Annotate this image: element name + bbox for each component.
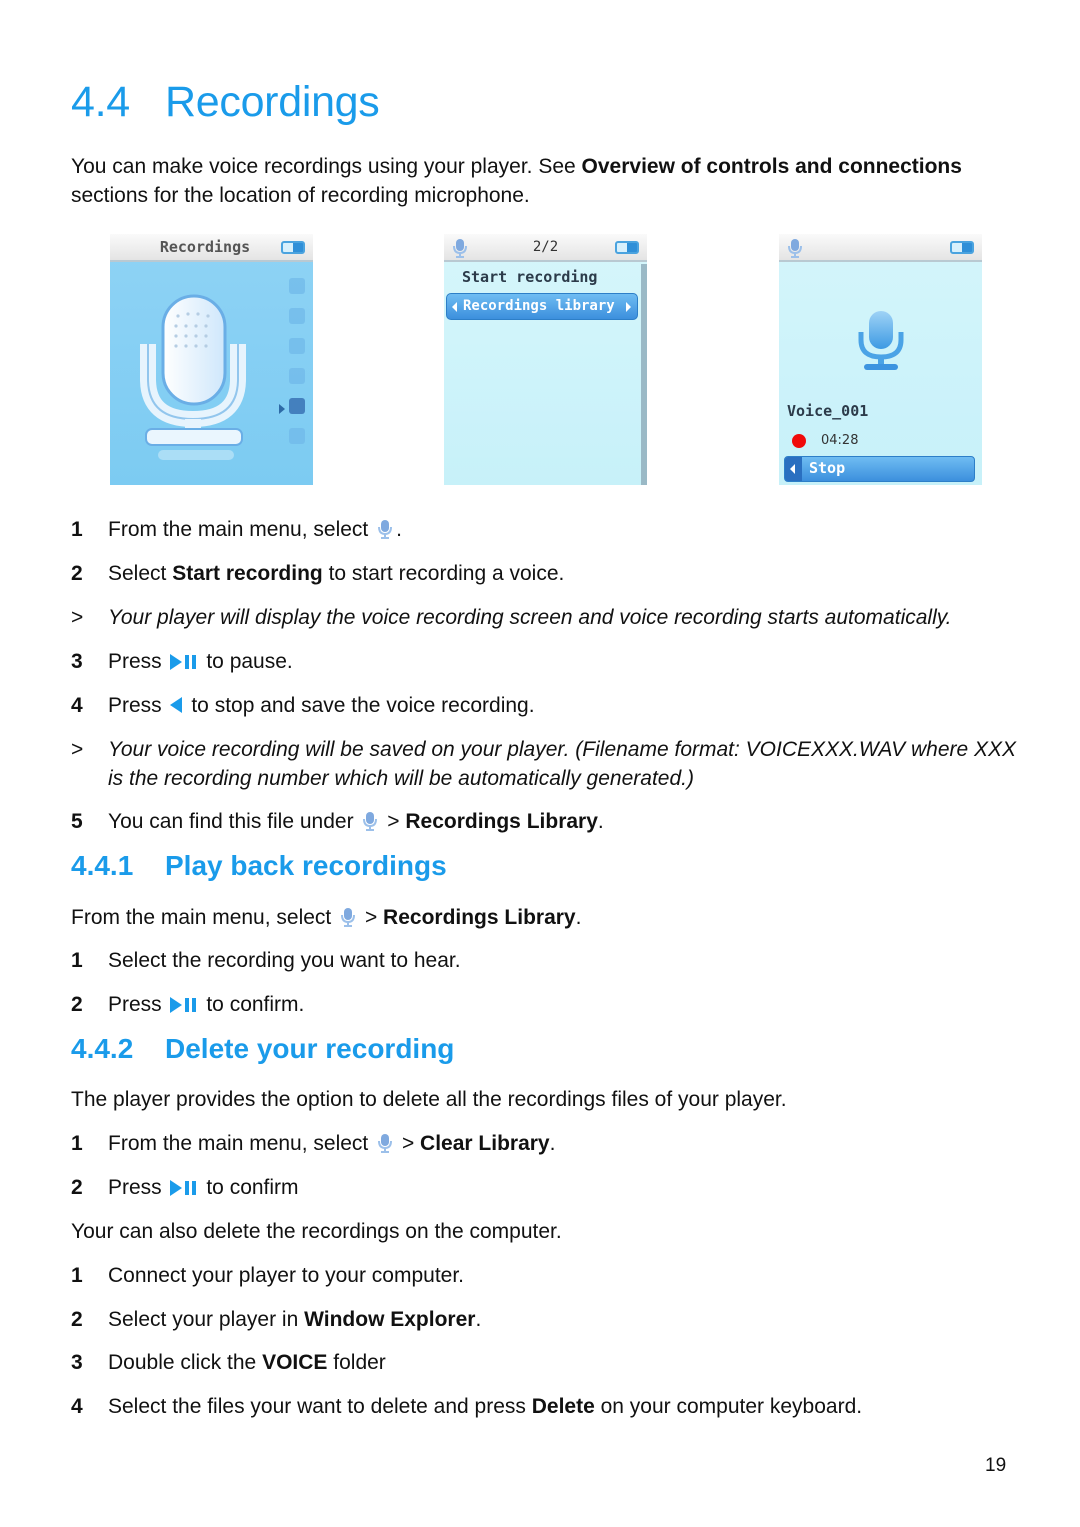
photo-icon (289, 308, 305, 324)
mic-icon (787, 237, 803, 259)
step-2: 2 Select Start recording to start record… (71, 562, 565, 585)
recording-microphone-icon (858, 311, 904, 370)
menu-item-recordings-library: Recordings library (446, 293, 638, 320)
playback-intro: From the main menu, select > Recordings … (71, 906, 582, 929)
step-result: > Your voice recording will be saved on … (71, 738, 1017, 790)
computer-step-3: 3 Double click the VOICE folder (71, 1351, 386, 1374)
mic-icon (377, 1133, 393, 1153)
playback-step-1: 1 Select the recording you want to hear. (71, 949, 461, 972)
menu-icon-strip (285, 278, 307, 458)
left-arrow-icon (452, 302, 457, 312)
back-arrow-icon (169, 697, 182, 713)
screen-header: Recordings (110, 234, 313, 262)
scrollbar (641, 264, 647, 485)
delete-step-2: 2 Press to confirm (71, 1176, 299, 1199)
screenshot-recordings-menu: 2/2 Start recording Recordings library (444, 234, 647, 485)
left-arrow-icon (785, 457, 802, 481)
play-pause-icon (170, 997, 198, 1013)
cross-reference: Overview of controls and connections (581, 155, 962, 178)
mic-icon (362, 811, 378, 831)
step-result: > Your player will display the voice rec… (71, 606, 952, 629)
subsection-heading-playback: 4.4.1 Play back recordings (71, 850, 447, 881)
recording-timer: 04:28 (821, 433, 859, 448)
stop-option: Stop (784, 456, 975, 482)
subsection-heading-delete: 4.4.2 Delete your recording (71, 1033, 455, 1064)
step-5: 5 You can find this file under > Recordi… (71, 810, 604, 833)
playback-step-2: 2 Press to confirm. (71, 993, 305, 1016)
play-pause-icon (170, 1180, 198, 1196)
screen-header: 2/2 (444, 234, 647, 262)
screenshot-recording-screen: Voice_001 04:28 Stop (779, 234, 982, 485)
music-icon (289, 278, 305, 294)
computer-delete-intro: Your can also delete the recordings on t… (71, 1220, 562, 1243)
menu-item-start-recording: Start recording (462, 268, 598, 286)
settings-icon (289, 428, 305, 444)
screen-header (779, 234, 982, 262)
step-3: 3 Press to pause. (71, 650, 293, 673)
step-4: 4 Press to stop and save the voice recor… (71, 694, 535, 717)
record-indicator-icon (792, 434, 806, 448)
mic-icon (377, 519, 393, 539)
video-icon (289, 338, 305, 354)
play-pause-icon (170, 654, 198, 670)
section-number: 4.4 (71, 78, 130, 126)
page-title: 4.4 Recordings (71, 78, 380, 127)
computer-step-4: 4 Select the files your want to delete a… (71, 1395, 863, 1418)
screenshot-main-menu: Recordings (110, 234, 313, 485)
radio-icon (289, 368, 305, 384)
recording-filename: Voice_001 (787, 402, 869, 420)
mic-icon (340, 907, 356, 927)
battery-icon (281, 241, 305, 254)
delete-step-1: 1 From the main menu, select > Clear Lib… (71, 1132, 556, 1155)
battery-icon (615, 241, 639, 254)
page-number: 19 (985, 1455, 1007, 1476)
intro-paragraph: You can make voice recordings using your… (71, 155, 962, 207)
delete-intro: The player provides the option to delete… (71, 1088, 787, 1111)
screen-title: Recordings (159, 238, 251, 256)
recordings-icon (289, 398, 305, 414)
battery-icon (950, 241, 974, 254)
computer-step-1: 1 Connect your player to your computer. (71, 1264, 465, 1287)
computer-step-2: 2 Select your player in Window Explorer. (71, 1308, 482, 1331)
section-title: Recordings (165, 78, 380, 126)
large-microphone-icon (140, 294, 246, 460)
step-1: 1 From the main menu, select . (71, 518, 402, 541)
right-arrow-icon (626, 302, 631, 312)
